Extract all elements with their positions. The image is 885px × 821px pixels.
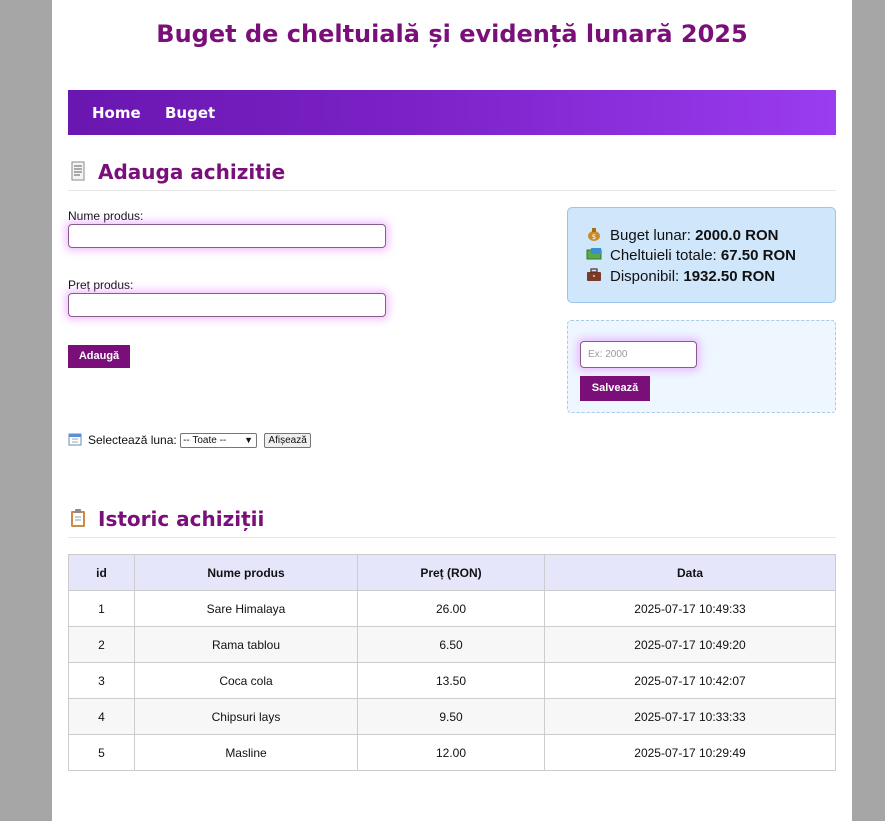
chevron-down-icon: ▼ xyxy=(244,435,254,445)
table-cell: 26.00 xyxy=(357,590,545,627)
add-purchase-button[interactable]: Adaugă xyxy=(68,345,130,368)
product-price-label: Preț produs: xyxy=(68,278,134,292)
table-cell: 2025-07-17 10:49:33 xyxy=(544,590,836,627)
summary-budget-value: 2000.0 RON xyxy=(695,227,779,244)
summary-spent-value: 67.50 RON xyxy=(720,247,796,264)
budget-form: Ex: 2000 Salvează xyxy=(567,320,836,413)
show-month-button[interactable]: Afișează xyxy=(264,433,311,448)
nav-home-link[interactable]: Home xyxy=(92,104,141,122)
table-cell: 4 xyxy=(68,698,135,735)
table-cell: 2 xyxy=(68,626,135,663)
page-title: Buget de cheltuială și evidență lunară 2… xyxy=(156,20,748,48)
history-heading: Istoric achiziții xyxy=(68,507,836,538)
summary-spent-label: Cheltuieli totale: xyxy=(610,247,717,264)
month-select-value: -- Toate -- xyxy=(183,435,227,446)
table-cell: Sare Himalaya xyxy=(134,590,358,627)
table-cell: 12.00 xyxy=(357,734,545,771)
receipt-icon xyxy=(71,161,85,181)
table-row: 2 Rama tablou 6.50 2025-07-17 10:49:20 xyxy=(68,626,836,663)
table-cell: 3 xyxy=(68,662,135,699)
product-name-input[interactable] xyxy=(68,224,386,248)
history-table: id Nume produs Preț (RON) Data 1 Sare Hi… xyxy=(68,554,836,771)
budget-summary: $ Buget lunar: 2000.0 RON Cheltuieli tot… xyxy=(567,207,836,303)
summary-spent-row: Cheltuieli totale: 67.50 RON xyxy=(586,247,796,264)
top-nav: Home Buget xyxy=(68,90,836,135)
table-cell: 6.50 xyxy=(357,626,545,663)
summary-available-value: 1932.50 RON xyxy=(683,268,776,285)
add-purchase-heading: Adauga achizitie xyxy=(68,160,836,191)
table-cell: Chipsuri lays xyxy=(134,698,358,735)
table-cell: 9.50 xyxy=(357,698,545,735)
table-cell: Rama tablou xyxy=(134,626,358,663)
month-select[interactable]: -- Toate -- ▼ xyxy=(180,433,258,448)
page-container: Buget de cheltuială și evidență lunară 2… xyxy=(52,0,852,821)
history-title: Istoric achiziții xyxy=(98,507,265,531)
column-header: Preț (RON) xyxy=(357,554,545,591)
table-cell: Masline xyxy=(134,734,358,771)
calendar-icon xyxy=(68,433,82,446)
table-cell: 2025-07-17 10:42:07 xyxy=(544,662,836,699)
product-price-input[interactable] xyxy=(68,293,386,317)
summary-budget-label: Buget lunar: xyxy=(610,227,691,244)
column-header: Data xyxy=(544,554,836,591)
column-header: Nume produs xyxy=(134,554,358,591)
table-row: 3 Coca cola 13.50 2025-07-17 10:42:07 xyxy=(68,662,836,699)
money-bag-icon: $ xyxy=(588,228,600,241)
svg-text:$: $ xyxy=(592,233,596,241)
summary-budget-row: $ Buget lunar: 2000.0 RON xyxy=(586,227,778,244)
add-purchase-title: Adauga achizitie xyxy=(98,160,286,184)
product-name-label: Nume produs: xyxy=(68,209,144,223)
table-header-row: id Nume produs Preț (RON) Data xyxy=(68,554,836,591)
table-cell: 2025-07-17 10:33:33 xyxy=(544,698,836,735)
briefcase-icon xyxy=(587,268,601,281)
table-cell: 13.50 xyxy=(357,662,545,699)
table-row: 1 Sare Himalaya 26.00 2025-07-17 10:49:3… xyxy=(68,590,836,627)
budget-input[interactable]: Ex: 2000 xyxy=(580,341,697,368)
table-cell: 1 xyxy=(68,590,135,627)
table-cell: 2025-07-17 10:29:49 xyxy=(544,734,836,771)
table-cell: 5 xyxy=(68,734,135,771)
table-row: 4 Chipsuri lays 9.50 2025-07-17 10:33:33 xyxy=(68,698,836,735)
summary-available-row: Disponibil: 1932.50 RON xyxy=(586,268,775,285)
table-row: 5 Masline 12.00 2025-07-17 10:29:49 xyxy=(68,734,836,771)
banknotes-icon xyxy=(586,248,602,260)
column-header: id xyxy=(68,554,135,591)
clipboard-icon xyxy=(71,509,85,527)
summary-available-label: Disponibil: xyxy=(610,268,680,285)
month-filter: Selectează luna: -- Toate -- ▼ Afișează xyxy=(68,432,311,448)
table-cell: 2025-07-17 10:49:20 xyxy=(544,626,836,663)
table-cell: Coca cola xyxy=(134,662,358,699)
save-budget-button[interactable]: Salvează xyxy=(580,376,650,401)
month-filter-label: Selectează luna: xyxy=(88,433,177,447)
nav-buget-link[interactable]: Buget xyxy=(165,104,215,122)
